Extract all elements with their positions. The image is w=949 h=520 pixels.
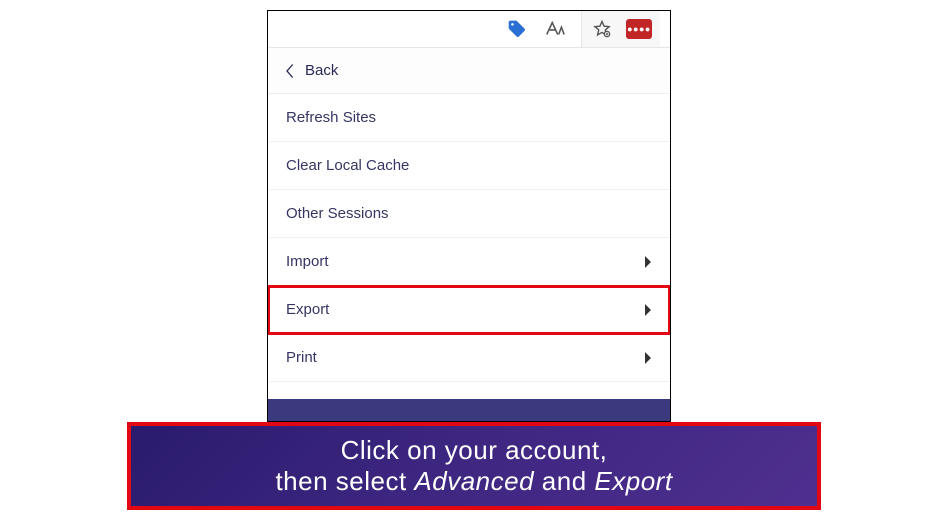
menu-item-export[interactable]: Export [268,286,670,334]
menu-item-import[interactable]: Import [268,238,670,286]
menu-item-label: Other Sessions [286,205,389,222]
chevron-left-icon [286,64,295,78]
chevron-right-icon [644,256,652,268]
text-size-icon[interactable] [543,17,567,41]
toolbar-right-group: ●●●● [581,11,660,47]
chevron-right-icon [644,304,652,316]
menu-item-refresh-sites[interactable]: Refresh Sites [268,94,670,142]
favorite-star-icon[interactable] [590,17,614,41]
browser-toolbar: ●●●● [268,11,670,48]
menu-item-other-sessions[interactable]: Other Sessions [268,190,670,238]
menu-item-label: Clear Local Cache [286,157,409,174]
chevron-right-icon [644,352,652,364]
footer-strip [268,399,670,421]
menu-item-print[interactable]: Print [268,334,670,382]
menu-item-label: Export [286,301,329,318]
menu-item-label: Print [286,349,317,366]
tag-icon[interactable] [505,17,529,41]
instruction-caption: Click on your account, then select Advan… [127,422,821,510]
menu-item-clear-local-cache[interactable]: Clear Local Cache [268,142,670,190]
extension-popup: ●●●● Back Refresh Sites Clear Local Cach… [267,10,671,422]
back-label: Back [305,62,338,79]
menu-list: Refresh Sites Clear Local Cache Other Se… [268,94,670,402]
caption-text: Click on your account, then select Advan… [275,435,672,497]
menu-item-label: Refresh Sites [286,109,376,126]
lastpass-extension-icon[interactable]: ●●●● [626,19,652,39]
back-button[interactable]: Back [268,48,670,94]
menu-item-label: Import [286,253,329,270]
